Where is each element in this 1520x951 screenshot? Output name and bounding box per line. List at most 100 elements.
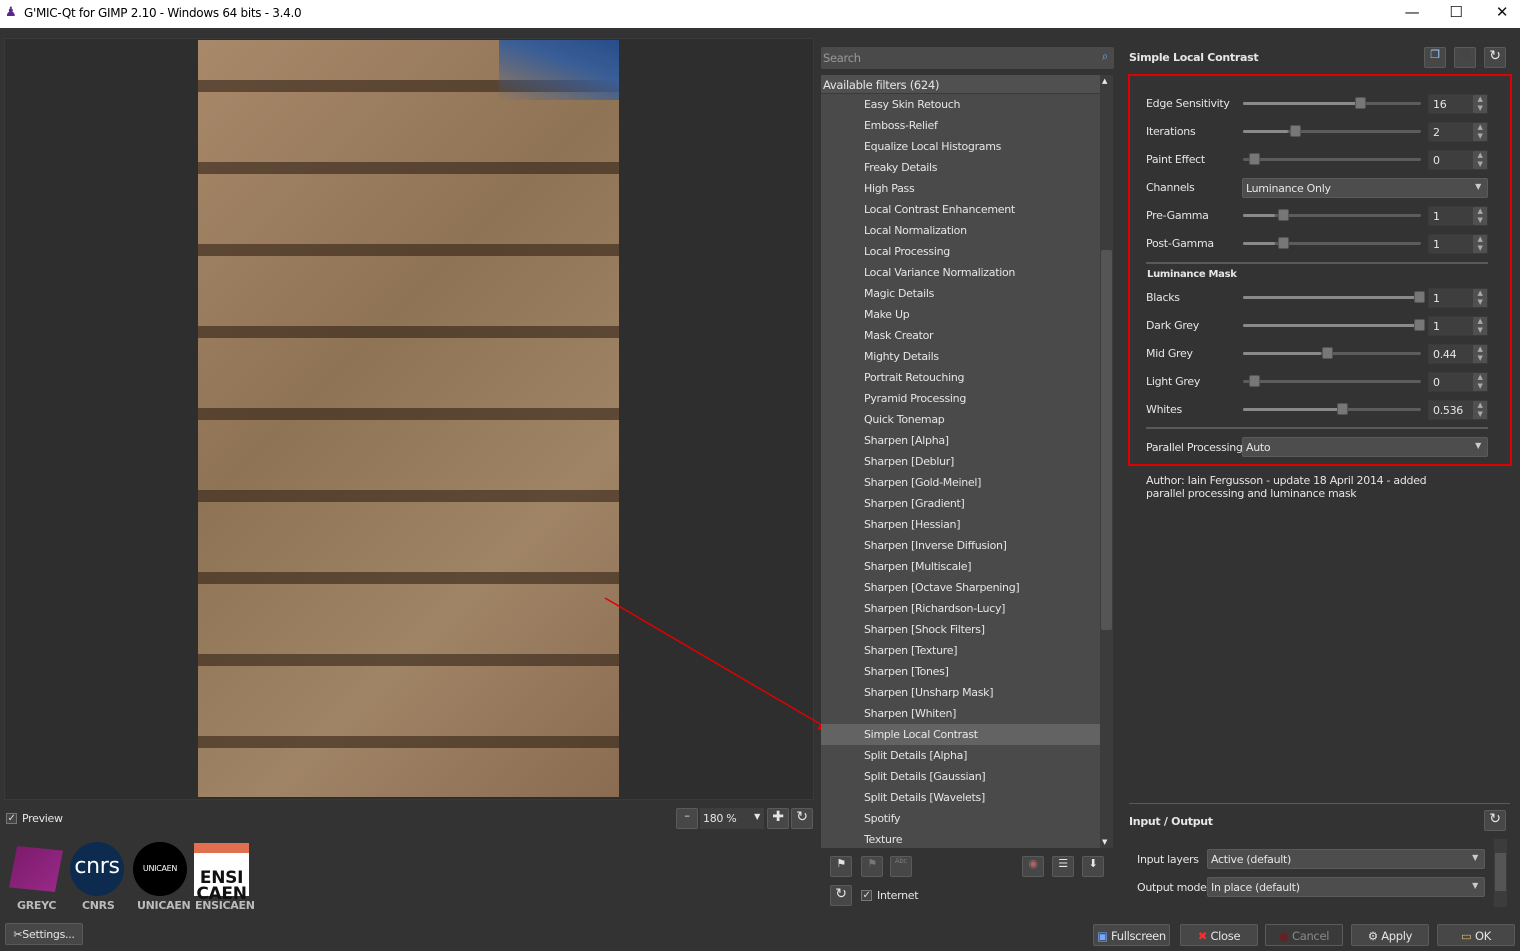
close-button[interactable]: ✖ Close — [1180, 924, 1258, 946]
filter-list-item[interactable]: Local Normalization — [821, 220, 1100, 241]
filter-list-item[interactable]: Simple Local Contrast — [821, 724, 1100, 745]
filter-list-item[interactable]: Local Variance Normalization — [821, 262, 1100, 283]
parameter-spinbox[interactable]: 1 ▲ ▼ — [1428, 234, 1488, 254]
parameter-spinbox[interactable]: 0.44 ▲ ▼ — [1428, 344, 1488, 364]
parameter-slider[interactable] — [1243, 97, 1421, 109]
filter-list-item[interactable]: Quick Tonemap — [821, 409, 1100, 430]
filter-list[interactable]: Available filters (624) Easy Skin Retouc… — [821, 75, 1100, 848]
filter-list-item[interactable]: Equalize Local Histograms — [821, 136, 1100, 157]
filter-list-item[interactable]: Sharpen [Whiten] — [821, 703, 1100, 724]
filter-list-item[interactable]: High Pass — [821, 178, 1100, 199]
parameter-spinbox[interactable]: 0.536 ▲ ▼ — [1428, 400, 1488, 420]
slider-handle[interactable] — [1290, 125, 1302, 137]
filter-list-item[interactable]: Sharpen [Gold-Meinel] — [821, 472, 1100, 493]
spin-arrows-icon[interactable]: ▲ ▼ — [1473, 95, 1487, 113]
filter-list-item[interactable]: Local Processing — [821, 241, 1100, 262]
filter-list-item[interactable]: Make Up — [821, 304, 1100, 325]
filter-list-item[interactable]: Mask Creator — [821, 325, 1100, 346]
filter-list-item[interactable]: Split Details [Gaussian] — [821, 766, 1100, 787]
apply-button[interactable]: ⚙ Apply — [1351, 924, 1429, 946]
spin-arrows-icon[interactable]: ▲ ▼ — [1473, 207, 1487, 225]
filter-list-item[interactable]: Magic Details — [821, 283, 1100, 304]
parameter-spinbox[interactable]: 1 ▲ ▼ — [1428, 316, 1488, 336]
ok-button[interactable]: ▭ OK — [1437, 924, 1515, 946]
spin-arrows-icon[interactable]: ▲ ▼ — [1473, 235, 1487, 253]
parameter-spinbox[interactable]: 0 ▲ ▼ — [1428, 150, 1488, 170]
filter-list-item[interactable]: Sharpen [Alpha] — [821, 430, 1100, 451]
filter-list-item[interactable]: Mighty Details — [821, 346, 1100, 367]
filter-list-item[interactable]: Emboss-Relief — [821, 115, 1100, 136]
input-layers-select[interactable]: Active (default) ▼ — [1207, 849, 1485, 869]
parameter-spinbox[interactable]: 16 ▲ ▼ — [1428, 94, 1488, 114]
parameter-slider[interactable] — [1243, 403, 1421, 415]
parameter-spinbox[interactable]: 0 ▲ ▼ — [1428, 372, 1488, 392]
refresh-preview-icon[interactable]: ↻ — [791, 808, 813, 829]
filter-list-item[interactable]: Sharpen [Hessian] — [821, 514, 1100, 535]
add-favorite-icon[interactable]: ⚑ — [830, 856, 852, 877]
filter-list-item[interactable]: Split Details [Wavelets] — [821, 787, 1100, 808]
color-wheel-icon[interactable]: ◉ — [1022, 856, 1044, 877]
filter-list-item[interactable]: Sharpen [Gradient] — [821, 493, 1100, 514]
update-filters-icon[interactable]: ↻ — [830, 885, 852, 906]
parameter-slider[interactable] — [1243, 291, 1426, 303]
filter-list-item[interactable]: Portrait Retouching — [821, 367, 1100, 388]
filter-list-item[interactable]: Sharpen [Shock Filters] — [821, 619, 1100, 640]
internet-checkbox[interactable]: ✓ — [861, 890, 872, 901]
slider-handle[interactable] — [1414, 291, 1426, 303]
filter-list-item[interactable]: Freaky Details — [821, 157, 1100, 178]
zoom-in-icon[interactable]: ✚ — [767, 808, 789, 829]
slider-handle[interactable] — [1354, 97, 1366, 109]
rename-favorite-icon[interactable]: Abc — [890, 856, 912, 877]
filter-list-item[interactable]: Spotify — [821, 808, 1100, 829]
splitter[interactable] — [1129, 803, 1510, 804]
slider-handle[interactable] — [1248, 375, 1260, 387]
filter-list-item[interactable]: Sharpen [Unsharp Mask] — [821, 682, 1100, 703]
reset-parameters-icon[interactable]: ↻ — [1484, 47, 1506, 68]
filter-list-header[interactable]: Available filters (624) — [821, 75, 1100, 94]
slider-handle[interactable] — [1278, 237, 1290, 249]
settings-button[interactable]: ✂Settings... — [5, 923, 83, 945]
filter-list-item[interactable]: Sharpen [Texture] — [821, 640, 1100, 661]
parallel-processing-select[interactable]: Auto ▼ — [1242, 437, 1488, 457]
output-mode-select[interactable]: In place (default) ▼ — [1207, 877, 1485, 897]
parameter-slider[interactable] — [1243, 347, 1421, 359]
filter-list-item[interactable]: Split Details [Alpha] — [821, 745, 1100, 766]
io-scrollbar[interactable] — [1494, 839, 1507, 907]
parameter-slider[interactable] — [1243, 209, 1421, 221]
spin-arrows-icon[interactable]: ▲ ▼ — [1473, 401, 1487, 419]
spin-arrows-icon[interactable]: ▲ ▼ — [1473, 317, 1487, 335]
slider-handle[interactable] — [1278, 209, 1290, 221]
filter-list-item[interactable]: Local Contrast Enhancement — [821, 199, 1100, 220]
slider-handle[interactable] — [1337, 403, 1349, 415]
filter-list-item[interactable]: Texture — [821, 829, 1100, 850]
zoom-select[interactable]: 180 % ▼ — [700, 808, 764, 829]
reset-io-icon[interactable]: ↻ — [1484, 810, 1506, 831]
zoom-out-button[interactable]: – — [676, 808, 698, 829]
parameter-slider[interactable] — [1243, 375, 1421, 387]
filter-list-item[interactable]: Easy Skin Retouch — [821, 94, 1100, 115]
remove-favorite-icon[interactable]: ⚑ — [861, 856, 883, 877]
preview-checkbox[interactable]: ✓ — [6, 813, 17, 824]
parameter-spinbox[interactable]: 1 ▲ ▼ — [1428, 288, 1488, 308]
parameter-slider[interactable] — [1243, 125, 1421, 137]
parameter-slider[interactable] — [1243, 319, 1426, 331]
spin-arrows-icon[interactable]: ▲ ▼ — [1473, 151, 1487, 169]
cancel-button[interactable]: ● Cancel — [1265, 924, 1343, 946]
visibility-list-icon[interactable]: ☰ — [1052, 856, 1074, 877]
filter-list-item[interactable]: Sharpen [Inverse Diffusion] — [821, 535, 1100, 556]
expand-download-icon[interactable]: ⬇ — [1082, 856, 1104, 877]
copy-to-clipboard-icon[interactable]: ❐ — [1424, 47, 1446, 68]
filter-list-item[interactable]: Sharpen [Octave Sharpening] — [821, 577, 1100, 598]
filter-list-item[interactable]: Sharpen [Multiscale] — [821, 556, 1100, 577]
parameter-spinbox[interactable]: 1 ▲ ▼ — [1428, 206, 1488, 226]
spin-arrows-icon[interactable]: ▲ ▼ — [1473, 289, 1487, 307]
parameter-slider[interactable] — [1243, 237, 1421, 249]
parameter-slider[interactable] — [1243, 153, 1421, 165]
channels-select[interactable]: Luminance Only ▼ — [1242, 178, 1488, 198]
spin-arrows-icon[interactable]: ▲ ▼ — [1473, 345, 1487, 363]
slider-handle[interactable] — [1321, 347, 1333, 359]
filter-list-item[interactable]: Sharpen [Tones] — [821, 661, 1100, 682]
filter-list-scrollbar[interactable]: ▲ ▼ — [1100, 75, 1113, 848]
filter-list-item[interactable]: Sharpen [Richardson-Lucy] — [821, 598, 1100, 619]
spin-arrows-icon[interactable]: ▲ ▼ — [1473, 373, 1487, 391]
